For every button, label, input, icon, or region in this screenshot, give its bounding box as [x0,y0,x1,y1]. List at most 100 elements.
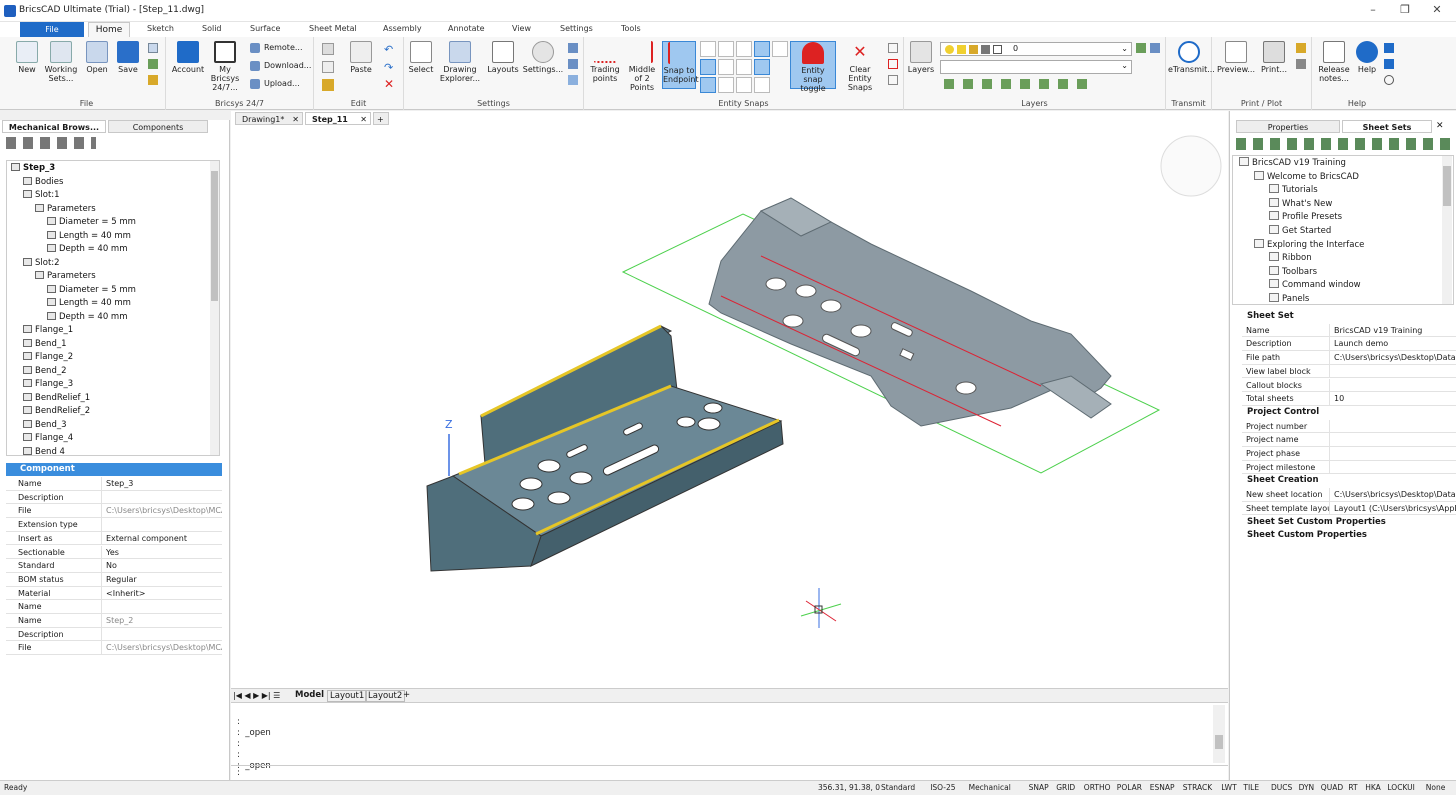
info-icon[interactable] [1384,75,1394,85]
property-value[interactable] [1330,433,1456,446]
status-toggle[interactable]: TILE [1243,782,1259,794]
open-button[interactable]: Open [82,41,112,74]
property-row[interactable]: Project phase [1242,447,1456,461]
tab-layout2[interactable]: Layout2 [365,690,406,702]
match-properties-icon[interactable] [322,43,334,55]
bricsys-help-icon[interactable] [1384,43,1394,53]
account-button[interactable]: Account [170,41,206,74]
status-toggle[interactable]: Mechanical [969,782,1011,794]
status-toggle[interactable]: None [1426,782,1446,794]
property-value[interactable]: C:\Users\bricsys\Desktop\MCAD [102,504,222,517]
undo-icon[interactable]: ↶ [384,43,396,56]
property-value[interactable]: C:\Users\bricsys\Desktop\MCAD [102,641,222,654]
tree-item[interactable]: Parameters [35,270,96,283]
status-toggle[interactable]: HKA [1365,782,1381,794]
tree-item[interactable]: Slot:2 [23,257,60,270]
property-row[interactable]: Sheet template layout Layout1 (C:\Users\b… [1242,501,1456,516]
sheet-tree-item[interactable]: Ribbon [1269,252,1312,265]
tree-item[interactable]: Diameter = 5 mm [47,216,136,229]
page-setup-icon[interactable] [1296,43,1306,53]
tree-item[interactable]: Length = 40 mm [47,297,131,310]
property-value[interactable]: C:\Users\bricsys\Desktop\Datase [1330,488,1456,501]
sheet-tree-item[interactable]: Command window [1269,279,1361,292]
close-button[interactable]: ✕ [1424,3,1450,16]
document-icon[interactable] [1384,59,1394,69]
property-row[interactable]: Description [6,627,222,642]
tab-file[interactable]: File [20,22,84,37]
tab-components[interactable]: Components [108,120,208,133]
property-section-header[interactable]: Sheet Set [1231,310,1456,323]
help-button[interactable]: Help [1354,41,1380,74]
property-value[interactable]: Layout1 (C:\Users\bricsys\AppDa [1330,502,1456,515]
property-value[interactable] [102,491,222,504]
property-value[interactable] [1330,461,1456,474]
tangent-snap-icon[interactable] [736,41,752,57]
new-tab-button[interactable]: + [373,112,389,125]
tree-item[interactable]: Flange_3 [23,378,73,391]
close-panel-icon[interactable]: ✕ [1436,121,1444,131]
add-layout-button[interactable]: + [403,690,410,700]
tree-item[interactable]: Diameter = 5 mm [47,284,136,297]
property-row[interactable]: Insert as External component [6,531,222,546]
tab-settings[interactable]: Settings [560,24,593,33]
property-value[interactable] [1330,447,1456,460]
layer-dropdown[interactable]: 0 ⌄ [940,42,1132,56]
property-value[interactable] [102,628,222,641]
intersection-snap-icon[interactable] [754,59,770,75]
cube-view-icon[interactable] [568,59,578,69]
save-button[interactable]: Save [114,41,142,74]
preview-button[interactable]: Preview... [1216,41,1256,74]
tree-item[interactable]: Bend_3 [23,419,67,432]
tab-sheet-sets[interactable]: Sheet Sets [1342,120,1432,133]
command-scrollbar[interactable] [1213,705,1225,763]
layer-previous-icon[interactable] [1150,43,1160,53]
custom-properties-header[interactable]: Sheet Set Custom Properties [1231,516,1456,529]
component-header[interactable]: Component [6,463,222,476]
tab-model[interactable]: Model [295,690,324,700]
browser-toolbar-icons[interactable] [6,137,96,149]
select-button[interactable]: Select [406,41,436,74]
tab-sheet-metal[interactable]: Sheet Metal [309,24,357,33]
property-row[interactable]: Description Launch demo [1242,337,1456,352]
property-value[interactable]: Yes [102,546,222,559]
tree-item[interactable]: Flange_4 [23,432,73,445]
entity-snap-toggle-button[interactable]: Entity snap toggle [790,41,836,93]
tree-item[interactable]: BendRelief_1 [23,392,90,405]
property-value[interactable]: Step_3 [102,477,222,490]
property-row[interactable]: Callout blocks [1242,378,1456,393]
property-row[interactable]: File path C:\Users\bricsys\Desktop\Datase [1242,351,1456,365]
sheet-tree-item[interactable]: Panels [1269,293,1309,304]
my-bricsys-button[interactable]: My Bricsys 24/7... [206,41,244,92]
tree-item[interactable]: Bend_1 [23,338,67,351]
status-toggle[interactable]: LWT [1221,782,1237,794]
extension-snap-icon[interactable] [754,41,770,57]
drawing-explorer-button[interactable]: Drawing Explorer... [438,41,482,83]
lock-icon[interactable] [148,75,158,85]
tree-item[interactable]: Slot:1 [23,189,60,202]
property-value[interactable]: BricsCAD v19 Training [1330,324,1456,337]
tab-annotate[interactable]: Annotate [448,24,485,33]
download-button[interactable]: Download... [250,59,311,73]
snap-settings-icon[interactable] [888,43,898,53]
property-section-header[interactable]: Project Control [1231,406,1456,419]
property-value[interactable]: <Inherit> [102,587,222,600]
tab-solid[interactable]: Solid [202,24,222,33]
property-row[interactable]: Project milestone [1242,460,1456,475]
tree-item[interactable]: Step_3 [11,162,55,175]
property-row[interactable]: New sheet location C:\Users\bricsys\Deskt… [1242,488,1456,502]
property-value[interactable] [1330,420,1456,433]
status-toggle[interactable]: ORTHO [1084,782,1111,794]
upload-button[interactable]: Upload... [250,77,300,91]
tab-assembly[interactable]: Assembly [383,24,422,33]
layouts-button[interactable]: Layouts [486,41,520,74]
property-row[interactable]: Project number [1242,419,1456,434]
status-toggle[interactable]: STRACK [1183,782,1212,794]
snap-tracking-icon[interactable] [888,75,898,85]
midpoint-snap-icon[interactable] [700,59,716,75]
status-toggle[interactable]: RT [1348,782,1357,794]
close-icon[interactable]: ✕ [292,113,299,126]
property-value[interactable]: External component [102,532,222,545]
property-value[interactable] [102,518,222,531]
property-value[interactable]: Step_2 [102,614,222,627]
status-toggle[interactable]: SNAP [1029,782,1049,794]
